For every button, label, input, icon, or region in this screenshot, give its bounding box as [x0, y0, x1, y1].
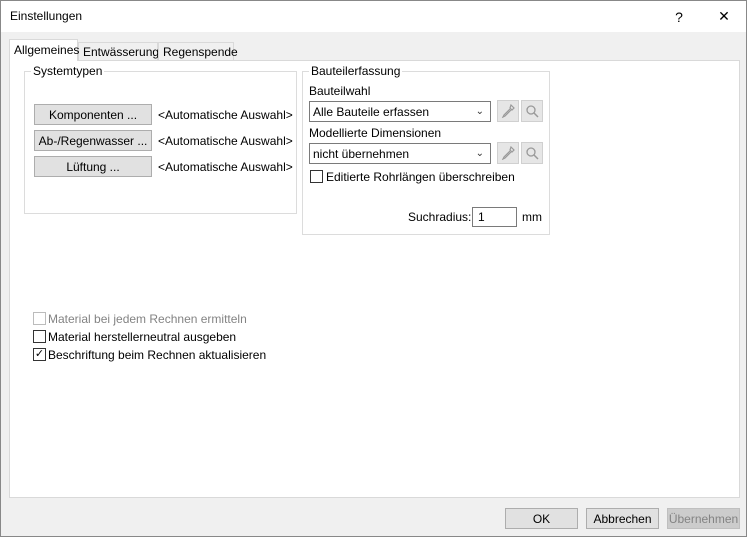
- tab-entwaesserung[interactable]: Entwässerung: [78, 42, 159, 61]
- bauteilwahl-value: Alle Bauteile erfassen: [313, 104, 430, 119]
- material-herstellerneutral-checkbox[interactable]: [33, 330, 46, 343]
- rohrlaengen-label: Editierte Rohrlängen überschreiben: [326, 170, 515, 184]
- suchradius-label: Suchradius:: [408, 210, 472, 224]
- material-ermitteln-label: Material bei jedem Rechnen ermitteln: [48, 312, 247, 326]
- checkmark-icon: ✓: [34, 348, 45, 360]
- ok-button[interactable]: OK: [505, 508, 578, 529]
- bauteilerfassung-group: Bauteilerfassung Bauteilwahl Alle Bautei…: [302, 64, 550, 235]
- help-button[interactable]: ?: [657, 1, 701, 32]
- title-bar: Einstellungen ? ✕: [1, 1, 746, 32]
- dimensionen-value: nicht übernehmen: [313, 146, 410, 161]
- material-herstellerneutral-label: Material herstellerneutral ausgeben: [48, 330, 237, 344]
- close-button[interactable]: ✕: [702, 1, 746, 32]
- tab-panel-allgemeines: Systemtypen Komponenten ... <Automatisch…: [9, 60, 740, 498]
- bauteilerfassung-legend: Bauteilerfassung: [309, 64, 403, 78]
- tab-regenspende[interactable]: Regenspende: [158, 42, 238, 61]
- lueftung-value: <Automatische Auswahl>: [158, 160, 293, 174]
- dimensionen-label: Modellierte Dimensionen: [309, 126, 442, 140]
- tab-allgemeines[interactable]: Allgemeines: [9, 39, 79, 61]
- dimensionen-select[interactable]: nicht übernehmen ⌄: [309, 143, 491, 164]
- abwasser-value: <Automatische Auswahl>: [158, 134, 293, 148]
- beschriftung-checkbox[interactable]: ✓: [33, 348, 46, 361]
- bauteilwahl-select[interactable]: Alle Bauteile erfassen ⌄: [309, 101, 491, 122]
- pipette-button[interactable]: [497, 100, 519, 122]
- cancel-button[interactable]: Abbrechen: [586, 508, 659, 529]
- window-title: Einstellungen: [10, 9, 83, 23]
- suchradius-value: 1: [478, 210, 485, 224]
- systemtypen-group: Systemtypen Komponenten ... <Automatisch…: [24, 64, 297, 214]
- abwasser-button[interactable]: Ab-/Regenwasser ...: [34, 130, 152, 151]
- search-button[interactable]: [521, 100, 543, 122]
- material-ermitteln-checkbox[interactable]: [33, 312, 46, 325]
- chevron-down-icon: ⌄: [475, 106, 484, 117]
- help-icon: ?: [675, 8, 683, 25]
- bauteilwahl-label: Bauteilwahl: [309, 84, 371, 98]
- close-icon: ✕: [718, 8, 730, 24]
- rohrlaengen-checkbox[interactable]: [310, 170, 323, 183]
- apply-button[interactable]: Übernehmen: [667, 508, 740, 529]
- lueftung-button[interactable]: Lüftung ...: [34, 156, 152, 177]
- komponenten-value: <Automatische Auswahl>: [158, 108, 293, 122]
- suchradius-unit: mm: [522, 210, 542, 224]
- search-icon: [526, 147, 539, 160]
- komponenten-button[interactable]: Komponenten ...: [34, 104, 152, 125]
- pipette-icon: [501, 104, 515, 118]
- pipette-icon: [501, 146, 515, 160]
- pipette-button-2[interactable]: [497, 142, 519, 164]
- systemtypen-legend: Systemtypen: [31, 64, 105, 78]
- search-icon: [526, 105, 539, 118]
- search-button-2[interactable]: [521, 142, 543, 164]
- beschriftung-label: Beschriftung beim Rechnen aktualisieren: [48, 348, 267, 362]
- settings-dialog: Einstellungen ? ✕ Allgemeines Entwässeru…: [0, 0, 747, 537]
- suchradius-input[interactable]: 1: [472, 207, 517, 227]
- chevron-down-icon: ⌄: [475, 148, 484, 159]
